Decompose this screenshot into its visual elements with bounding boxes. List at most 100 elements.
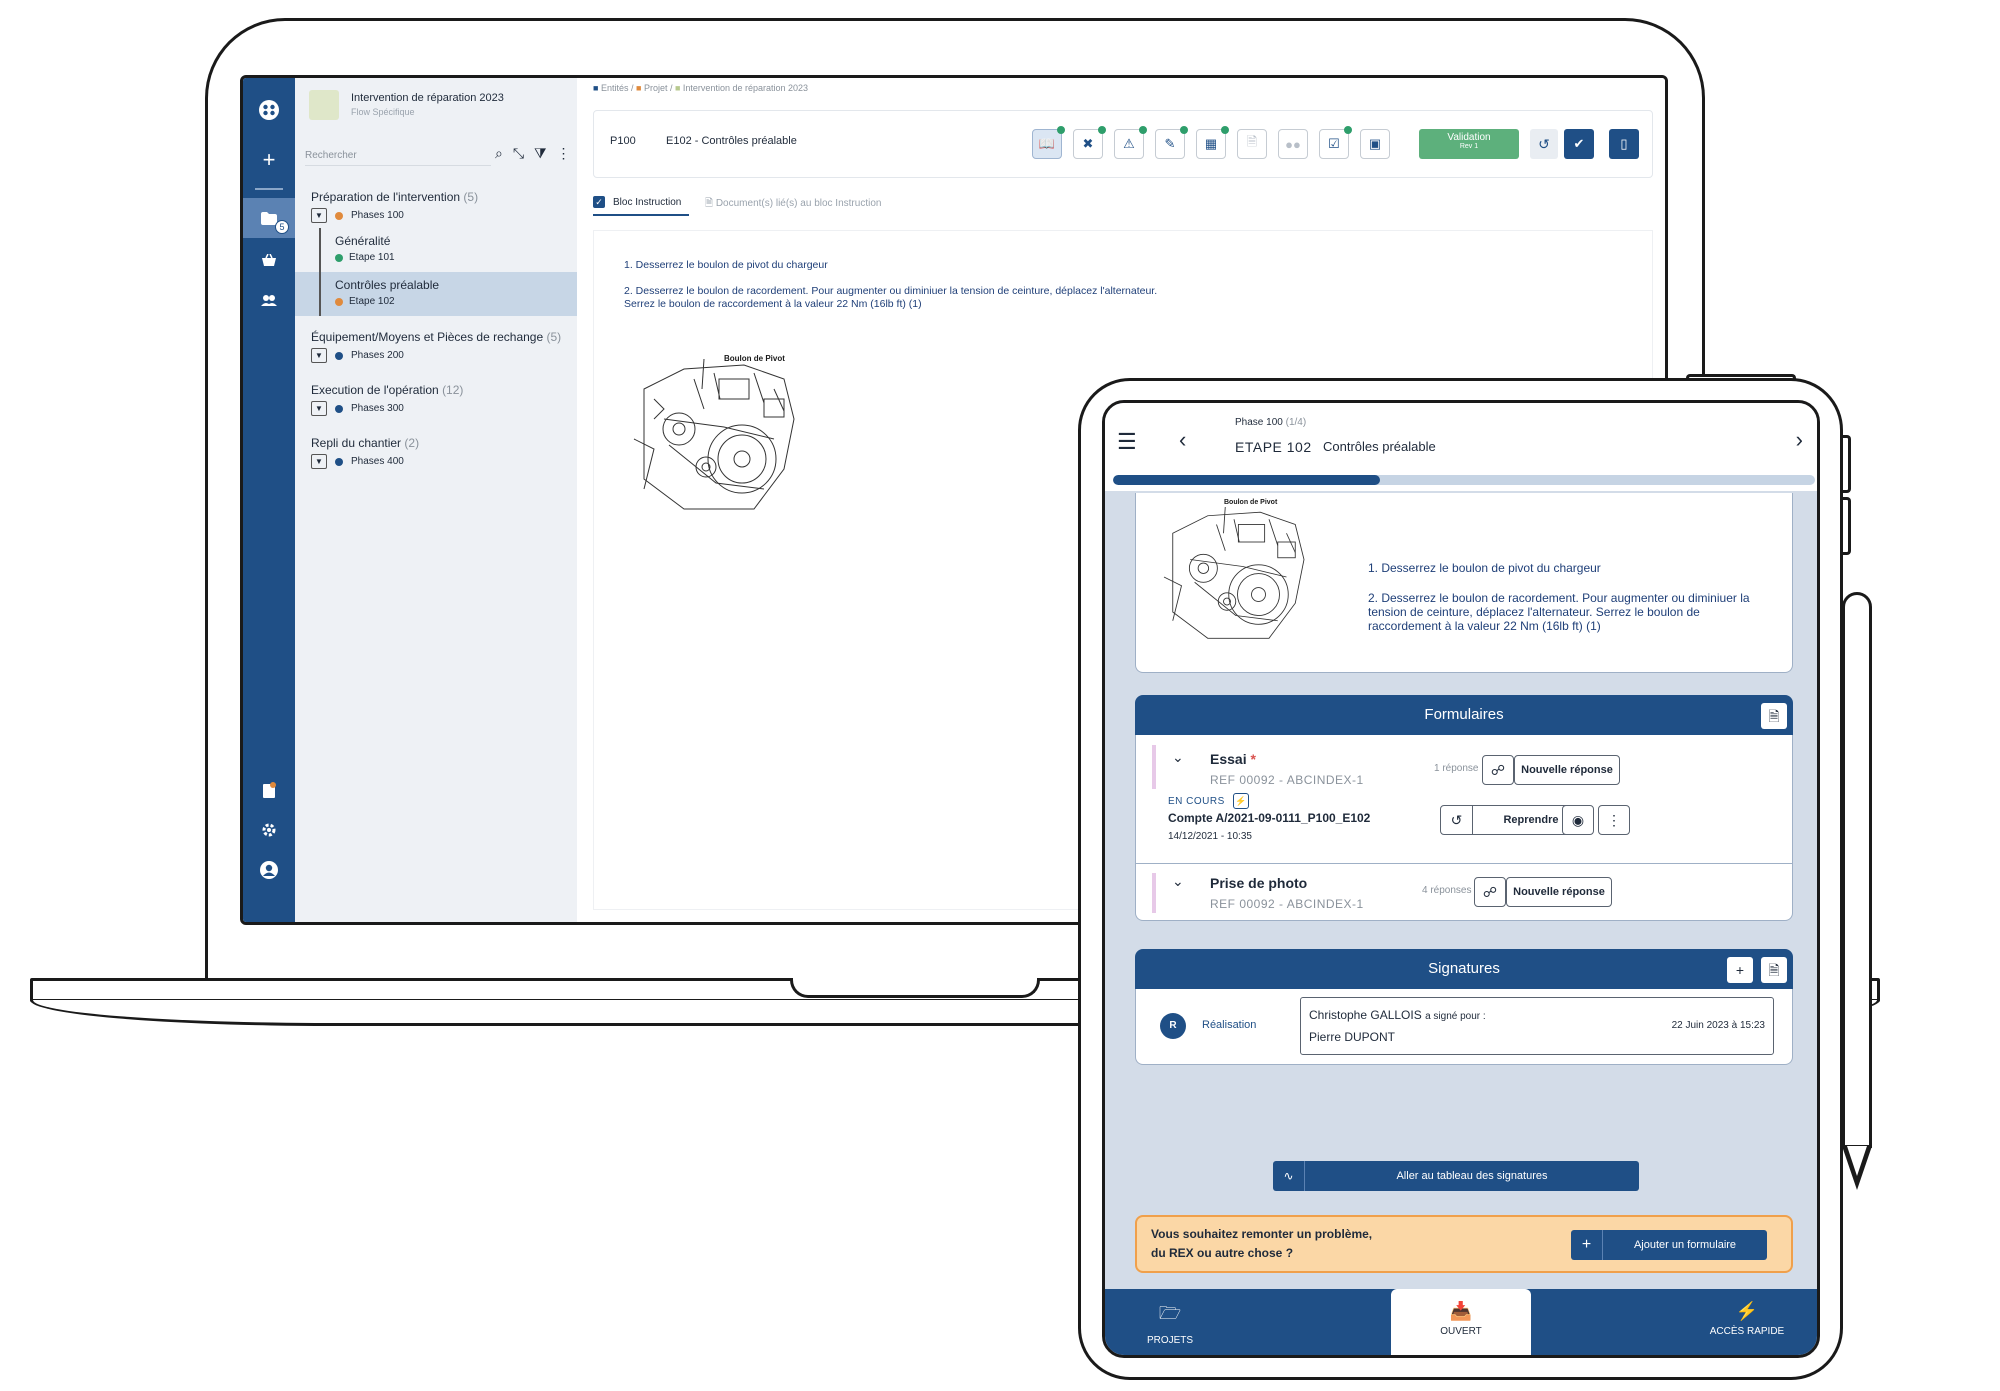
phase-sub-400[interactable]: ▼ Phases 400 bbox=[311, 454, 404, 469]
document-icon[interactable]: 🗎 bbox=[1761, 703, 1787, 729]
status-dot bbox=[335, 297, 343, 306]
step-code: ETAPE 102 bbox=[1235, 439, 1312, 455]
search-icon[interactable]: ⌕ bbox=[495, 145, 503, 167]
basket-icon[interactable] bbox=[243, 240, 295, 280]
signature-table-button[interactable]: ∿ Aller au tableau des signatures bbox=[1273, 1161, 1639, 1191]
document-icon[interactable]: 🗎 bbox=[1237, 129, 1267, 159]
table-icon[interactable]: ▦ bbox=[1196, 126, 1229, 159]
tools-icon[interactable]: ✖ bbox=[1073, 126, 1106, 159]
engine-diagram bbox=[1163, 507, 1305, 639]
validation-button[interactable]: Validation Rev 1 bbox=[1419, 129, 1519, 159]
chevron-down-icon[interactable]: ⌄ bbox=[1172, 873, 1184, 890]
share-icon[interactable]: ☍ bbox=[1474, 877, 1506, 907]
chevron-down-icon[interactable]: ⌄ bbox=[1172, 749, 1184, 766]
phase-sub-100[interactable]: ▼ Phases 100 bbox=[311, 208, 404, 223]
phase-execution[interactable]: Execution de l'opération (12) bbox=[311, 383, 463, 397]
book-icon[interactable]: 📖 bbox=[1032, 126, 1065, 159]
hamburger-menu-icon[interactable]: ☰ bbox=[1117, 429, 1137, 455]
collapse-arrows-icon[interactable]: ⤡ bbox=[513, 145, 524, 167]
tree-line bbox=[319, 272, 321, 316]
breadcrumb: ■ Entités / ■ Projet / ■ Intervention de… bbox=[593, 83, 809, 93]
project-header[interactable]: Intervention de réparation 2023 Flow Spé… bbox=[309, 88, 569, 124]
tree-step-102[interactable]: Contrôles préalable Etape 102 bbox=[295, 272, 577, 316]
user-profile-icon[interactable] bbox=[243, 850, 295, 890]
breadcrumb-item[interactable]: Entités bbox=[601, 83, 629, 93]
nav-label: ACCÈS RAPIDE bbox=[1709, 1326, 1785, 1337]
phase-indicator: Phase 100 (1/4) bbox=[1235, 417, 1306, 428]
nav-ouvert[interactable]: 📥 OUVERT bbox=[1391, 1289, 1531, 1355]
phase-repli[interactable]: Repli du chantier (2) bbox=[311, 436, 419, 450]
new-response-button[interactable]: Nouvelle réponse bbox=[1514, 755, 1620, 785]
app-logo-icon[interactable] bbox=[243, 90, 295, 130]
bottom-navigation: 🗁 PROJETS 📥 OUVERT ⚡ ACCÈS RAPIDE bbox=[1105, 1289, 1817, 1355]
tablet-view-icon[interactable]: ▯ bbox=[1609, 129, 1639, 159]
more-vertical-icon[interactable]: ⋮ bbox=[557, 145, 571, 167]
instruction-text: 1. Desserrez le boulon de pivot du charg… bbox=[624, 259, 1157, 311]
people-icon[interactable]: ●● bbox=[1278, 129, 1308, 159]
status-dot bbox=[1344, 126, 1352, 134]
instruction-card: Boulon de Pivot 1. Desserrez le boulon d… bbox=[1135, 493, 1793, 673]
signatures-section-header: Signatures + 🗎 bbox=[1135, 949, 1793, 989]
checkbox-icon[interactable]: ☑ bbox=[1319, 126, 1352, 159]
edit-doc-icon[interactable]: ✎ bbox=[1155, 126, 1188, 159]
add-form-button[interactable]: + Ajouter un formulaire bbox=[1571, 1230, 1767, 1260]
phase-name: Équipement/Moyens et Pièces de rechange bbox=[311, 330, 544, 344]
chevron-down-icon[interactable]: ▼ bbox=[311, 454, 327, 469]
settings-gear-icon[interactable] bbox=[243, 810, 295, 850]
add-icon[interactable]: + bbox=[243, 140, 295, 180]
phase-preparation[interactable]: Préparation de l'intervention (5) bbox=[311, 190, 478, 204]
form-ref: REF 00092 - ABCINDEX-1 bbox=[1210, 897, 1364, 911]
phase-sub-200[interactable]: ▼ Phases 200 bbox=[311, 348, 404, 363]
chevron-left-icon[interactable]: ‹ bbox=[1179, 427, 1186, 453]
tab-bloc-instruction[interactable]: ✓ Bloc Instruction bbox=[593, 192, 690, 216]
team-icon[interactable] bbox=[243, 280, 295, 320]
nav-projets[interactable]: 🗁 PROJETS bbox=[1115, 1289, 1225, 1355]
response-count: 4 réponses bbox=[1422, 885, 1472, 896]
banner-text: Vous souhaitez remonter un problème, du … bbox=[1151, 1225, 1372, 1263]
notes-icon[interactable] bbox=[243, 770, 295, 810]
document-icon[interactable]: 🗎 bbox=[1761, 957, 1787, 983]
status-dot bbox=[1098, 126, 1106, 134]
check-circle-icon[interactable]: ✔ bbox=[1564, 129, 1594, 159]
eye-icon[interactable]: ◉ bbox=[1562, 805, 1594, 835]
nav-acces-rapide[interactable]: ⚡ ACCÈS RAPIDE bbox=[1687, 1289, 1807, 1355]
breadcrumb-item[interactable]: Projet bbox=[644, 83, 668, 93]
lightning-icon: ⚡ bbox=[1232, 793, 1249, 809]
step-sub: Etape 101 bbox=[335, 252, 395, 263]
project-title: Intervention de réparation 2023 bbox=[351, 92, 504, 104]
content-tabs: ✓ Bloc Instruction 🗎 Document(s) lié(s) … bbox=[593, 192, 1653, 218]
chevron-down-icon[interactable]: ▼ bbox=[311, 401, 327, 416]
progress-bar bbox=[1113, 475, 1815, 485]
tablet-header: ☰ ‹ Phase 100 (1/4) ETAPE 102 Contrôles … bbox=[1105, 403, 1817, 491]
new-response-button[interactable]: Nouvelle réponse bbox=[1506, 877, 1612, 907]
chevron-down-icon[interactable]: ▼ bbox=[311, 208, 327, 223]
tree-step-101[interactable]: Généralité Etape 101 bbox=[295, 228, 577, 272]
phase-equipement[interactable]: Équipement/Moyens et Pièces de rechange … bbox=[311, 330, 561, 344]
folder-icon[interactable]: 5 bbox=[243, 198, 295, 238]
share-icon[interactable]: ☍ bbox=[1482, 755, 1514, 785]
tree-search-input[interactable]: Rechercher bbox=[305, 146, 491, 166]
filter-icon[interactable]: ⧩ bbox=[534, 145, 547, 167]
undo-icon[interactable]: ↺ bbox=[1530, 129, 1558, 159]
phase-name: Repli du chantier bbox=[311, 436, 402, 450]
entities-folder-icon: ■ bbox=[593, 83, 599, 93]
breadcrumb-item[interactable]: Intervention de réparation 2023 bbox=[683, 83, 808, 93]
instruction-line: 1. Desserrez le boulon de pivot du charg… bbox=[624, 259, 828, 271]
step-name: Contrôles préalable bbox=[335, 278, 440, 292]
warning-icon[interactable]: ⚠ bbox=[1114, 126, 1147, 159]
tree-tools: ⌕ ⤡ ⧩ ⋮ bbox=[495, 145, 575, 167]
signature-card[interactable]: Christophe GALLOIS a signé pour : Pierre… bbox=[1300, 997, 1774, 1055]
chevron-down-icon[interactable]: ▼ bbox=[311, 348, 327, 363]
add-icon[interactable]: + bbox=[1727, 957, 1753, 983]
form-ref: REF 00092 - ABCINDEX-1 bbox=[1210, 773, 1364, 787]
phase-label: Phase 100 bbox=[1235, 417, 1283, 428]
tab-documents[interactable]: 🗎 Document(s) lié(s) au bloc Instruction bbox=[705, 196, 881, 213]
chevron-right-icon[interactable]: › bbox=[1796, 427, 1803, 453]
status-dot bbox=[335, 404, 343, 413]
phase-sub-300[interactable]: ▼ Phases 300 bbox=[311, 401, 404, 416]
phase-count: (2) bbox=[404, 436, 420, 450]
step-sub-label: Etape 102 bbox=[349, 296, 395, 307]
image-icon[interactable]: ▣ bbox=[1360, 129, 1390, 159]
more-vertical-icon[interactable]: ⋮ bbox=[1598, 805, 1630, 835]
step-toolbar: P100 E102 - Contrôles préalable 📖 ✖ ⚠ ✎ … bbox=[593, 110, 1653, 178]
